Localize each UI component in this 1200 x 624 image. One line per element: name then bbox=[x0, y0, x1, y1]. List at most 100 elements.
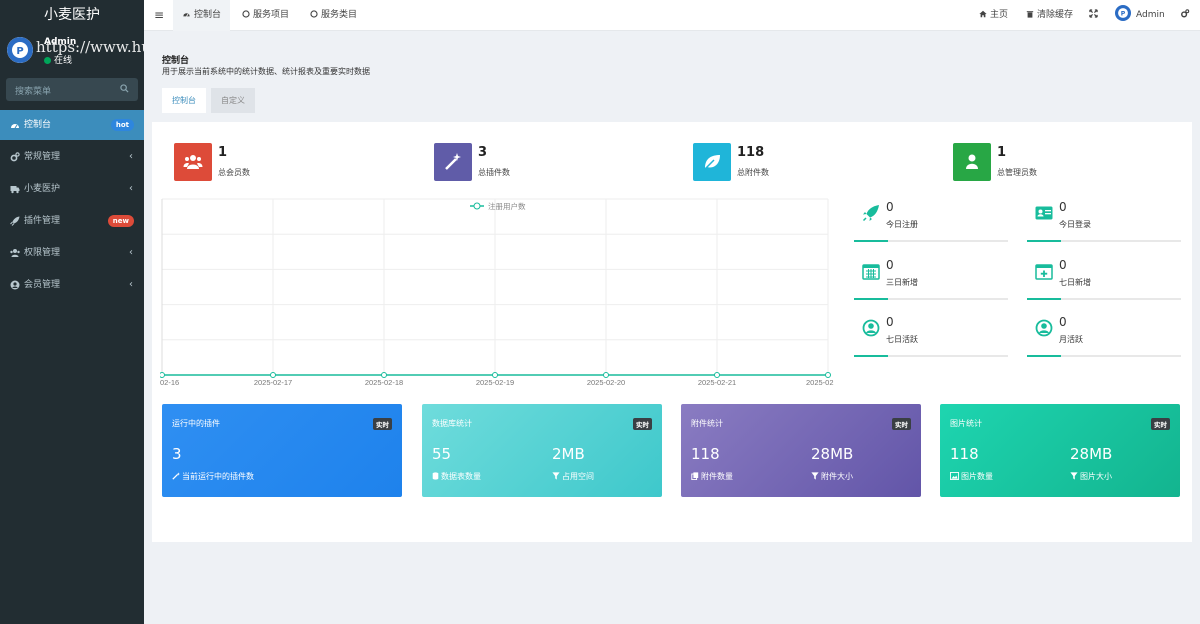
admin-menu[interactable]: P Admin bbox=[1115, 0, 1165, 31]
card-label: 占用空间 bbox=[552, 471, 594, 482]
page-description: 用于展示当前系统中的统计数据、统计报表及重要实时数据 bbox=[162, 67, 370, 76]
magic-icon bbox=[172, 472, 180, 480]
stat-label: 总管理员数 bbox=[997, 168, 1037, 177]
home-link[interactable]: 主页 bbox=[979, 0, 1008, 31]
panel-heading: 控制台 用于展示当前系统中的统计数据、统计报表及重要实时数据 控制台 自定义 bbox=[152, 39, 1192, 122]
online-dot-icon bbox=[44, 57, 51, 64]
mini-stat-today-login: 0 今日登录 bbox=[1027, 198, 1181, 242]
avatar: P bbox=[1115, 5, 1131, 21]
stat-value: 118 bbox=[737, 145, 765, 160]
clear-cache-button[interactable]: 清除缓存 bbox=[1026, 0, 1073, 31]
tab-service-categories[interactable]: 服务类目 bbox=[310, 0, 357, 31]
accent-line bbox=[1027, 355, 1061, 357]
new-badge: new bbox=[107, 215, 134, 227]
accent-line bbox=[1027, 298, 1061, 300]
tab-custom[interactable]: 自定义 bbox=[211, 88, 255, 113]
card-image-stats: 图片统计 实时 118 图片数量 28MB 图片大小 bbox=[940, 404, 1180, 497]
stat-icon-box bbox=[174, 143, 212, 181]
mini-stat-label: 三日新增 bbox=[886, 278, 918, 287]
hot-badge: hot bbox=[110, 119, 134, 131]
sidebar-item-plugins[interactable]: 插件管理 new bbox=[0, 206, 144, 236]
tab-dashboard[interactable]: 控制台 bbox=[173, 0, 231, 31]
user-circle-icon bbox=[862, 319, 880, 337]
data-point bbox=[603, 372, 609, 378]
sidebar: 小麦医护 P Admin 在线 搜索菜单 控制台 hot 常规管理 ‹ 小麦医护… bbox=[0, 0, 144, 624]
card-label-text: 图片大小 bbox=[1080, 472, 1112, 481]
card-label-text: 附件大小 bbox=[821, 472, 853, 481]
home-label: 主页 bbox=[990, 10, 1009, 20]
card-title: 附件统计 bbox=[691, 419, 723, 428]
circle-icon bbox=[242, 10, 250, 18]
chevron-left-icon: ‹ bbox=[129, 279, 133, 290]
app-logo[interactable]: 小麦医护 bbox=[0, 0, 144, 31]
x-tick-label: 2025-02-17 bbox=[254, 378, 292, 387]
rocket-icon bbox=[862, 205, 879, 222]
realtime-badge: 实时 bbox=[1151, 418, 1170, 430]
x-tick-label: 2025-02 bbox=[806, 378, 834, 387]
mini-stat-value: 0 bbox=[886, 258, 894, 272]
card-value: 28MB bbox=[1070, 445, 1113, 463]
filter-icon bbox=[1070, 472, 1078, 480]
realtime-badge: 实时 bbox=[633, 418, 652, 430]
card-label-text: 占用空间 bbox=[562, 472, 594, 481]
tab-service-items[interactable]: 服务项目 bbox=[242, 0, 289, 31]
stat-icon-box bbox=[693, 143, 731, 181]
dashboard-icon bbox=[183, 13, 190, 17]
settings-button[interactable] bbox=[1180, 0, 1193, 31]
calendar-plus-icon bbox=[1035, 264, 1053, 280]
mini-stat-seven-day-new: 0 七日新增 bbox=[1027, 256, 1181, 300]
mini-stat-label: 七日活跃 bbox=[886, 335, 918, 344]
chevron-left-icon: ‹ bbox=[129, 151, 133, 162]
search-icon[interactable] bbox=[120, 84, 129, 93]
menu-search-input[interactable]: 搜索菜单 bbox=[6, 78, 138, 101]
card-label: 数据表数量 bbox=[432, 471, 481, 482]
fullscreen-button[interactable] bbox=[1089, 0, 1101, 31]
realtime-badge: 实时 bbox=[892, 418, 911, 430]
sidebar-item-general[interactable]: 常规管理 ‹ bbox=[0, 142, 144, 172]
mini-stat-today-register: 0 今日注册 bbox=[854, 198, 1008, 242]
data-point bbox=[714, 372, 720, 378]
card-value: 3 bbox=[172, 445, 182, 463]
sidebar-item-label: 会员管理 bbox=[24, 280, 61, 290]
accent-line bbox=[854, 355, 888, 357]
dashboard-icon bbox=[11, 124, 19, 129]
sidebar-item-members[interactable]: 会员管理 ‹ bbox=[0, 270, 144, 300]
stat-icon-box bbox=[434, 143, 472, 181]
sidebar-item-auth[interactable]: 权限管理 ‹ bbox=[0, 238, 144, 268]
main-content: 控制台 用于展示当前系统中的统计数据、统计报表及重要实时数据 控制台 自定义 1… bbox=[144, 31, 1200, 624]
realtime-badge: 实时 bbox=[373, 418, 392, 430]
rocket-icon bbox=[10, 216, 20, 226]
card-label-text: 数据表数量 bbox=[441, 472, 481, 481]
card-label-text: 附件数量 bbox=[701, 472, 733, 481]
card-label-text: 图片数量 bbox=[961, 472, 993, 481]
user-panel: P Admin 在线 bbox=[0, 31, 144, 71]
x-tick-label: 2025-02-18 bbox=[365, 378, 403, 387]
dashboard-panel: 控制台 用于展示当前系统中的统计数据、统计报表及重要实时数据 控制台 自定义 1… bbox=[152, 39, 1192, 542]
group-icon bbox=[10, 249, 20, 257]
card-database-stats: 数据库统计 实时 55 数据表数量 2MB 占用空间 bbox=[422, 404, 662, 497]
sidebar-item-xiaomai[interactable]: 小麦医护 ‹ bbox=[0, 174, 144, 204]
card-title: 运行中的插件 bbox=[172, 419, 220, 428]
stat-value: 1 bbox=[218, 145, 228, 160]
mini-stat-seven-day-active: 0 七日活跃 bbox=[854, 313, 1008, 357]
user-circle-icon bbox=[1035, 319, 1053, 337]
fullscreen-icon bbox=[1089, 9, 1098, 18]
sidebar-item-label: 小麦医护 bbox=[24, 184, 61, 194]
avatar: P bbox=[7, 37, 33, 63]
data-point bbox=[160, 372, 165, 378]
card-label: 图片数量 bbox=[950, 471, 993, 482]
home-icon bbox=[979, 10, 987, 18]
mini-stat-value: 0 bbox=[1059, 315, 1067, 329]
mini-stat-monthly-active: 0 月活跃 bbox=[1027, 313, 1181, 357]
ambulance-icon bbox=[10, 186, 20, 194]
search-placeholder: 搜索菜单 bbox=[15, 87, 52, 97]
card-label: 附件大小 bbox=[811, 471, 853, 482]
sidebar-item-label: 权限管理 bbox=[24, 248, 61, 258]
legend-marker bbox=[473, 202, 481, 210]
menu-toggle-icon[interactable]: ≡ bbox=[154, 0, 164, 31]
sidebar-item-dashboard[interactable]: 控制台 hot bbox=[0, 110, 144, 140]
card-label: 图片大小 bbox=[1070, 471, 1112, 482]
tab-console[interactable]: 控制台 bbox=[162, 88, 206, 113]
user-status-text: 在线 bbox=[54, 56, 73, 66]
accent-line bbox=[854, 298, 888, 300]
